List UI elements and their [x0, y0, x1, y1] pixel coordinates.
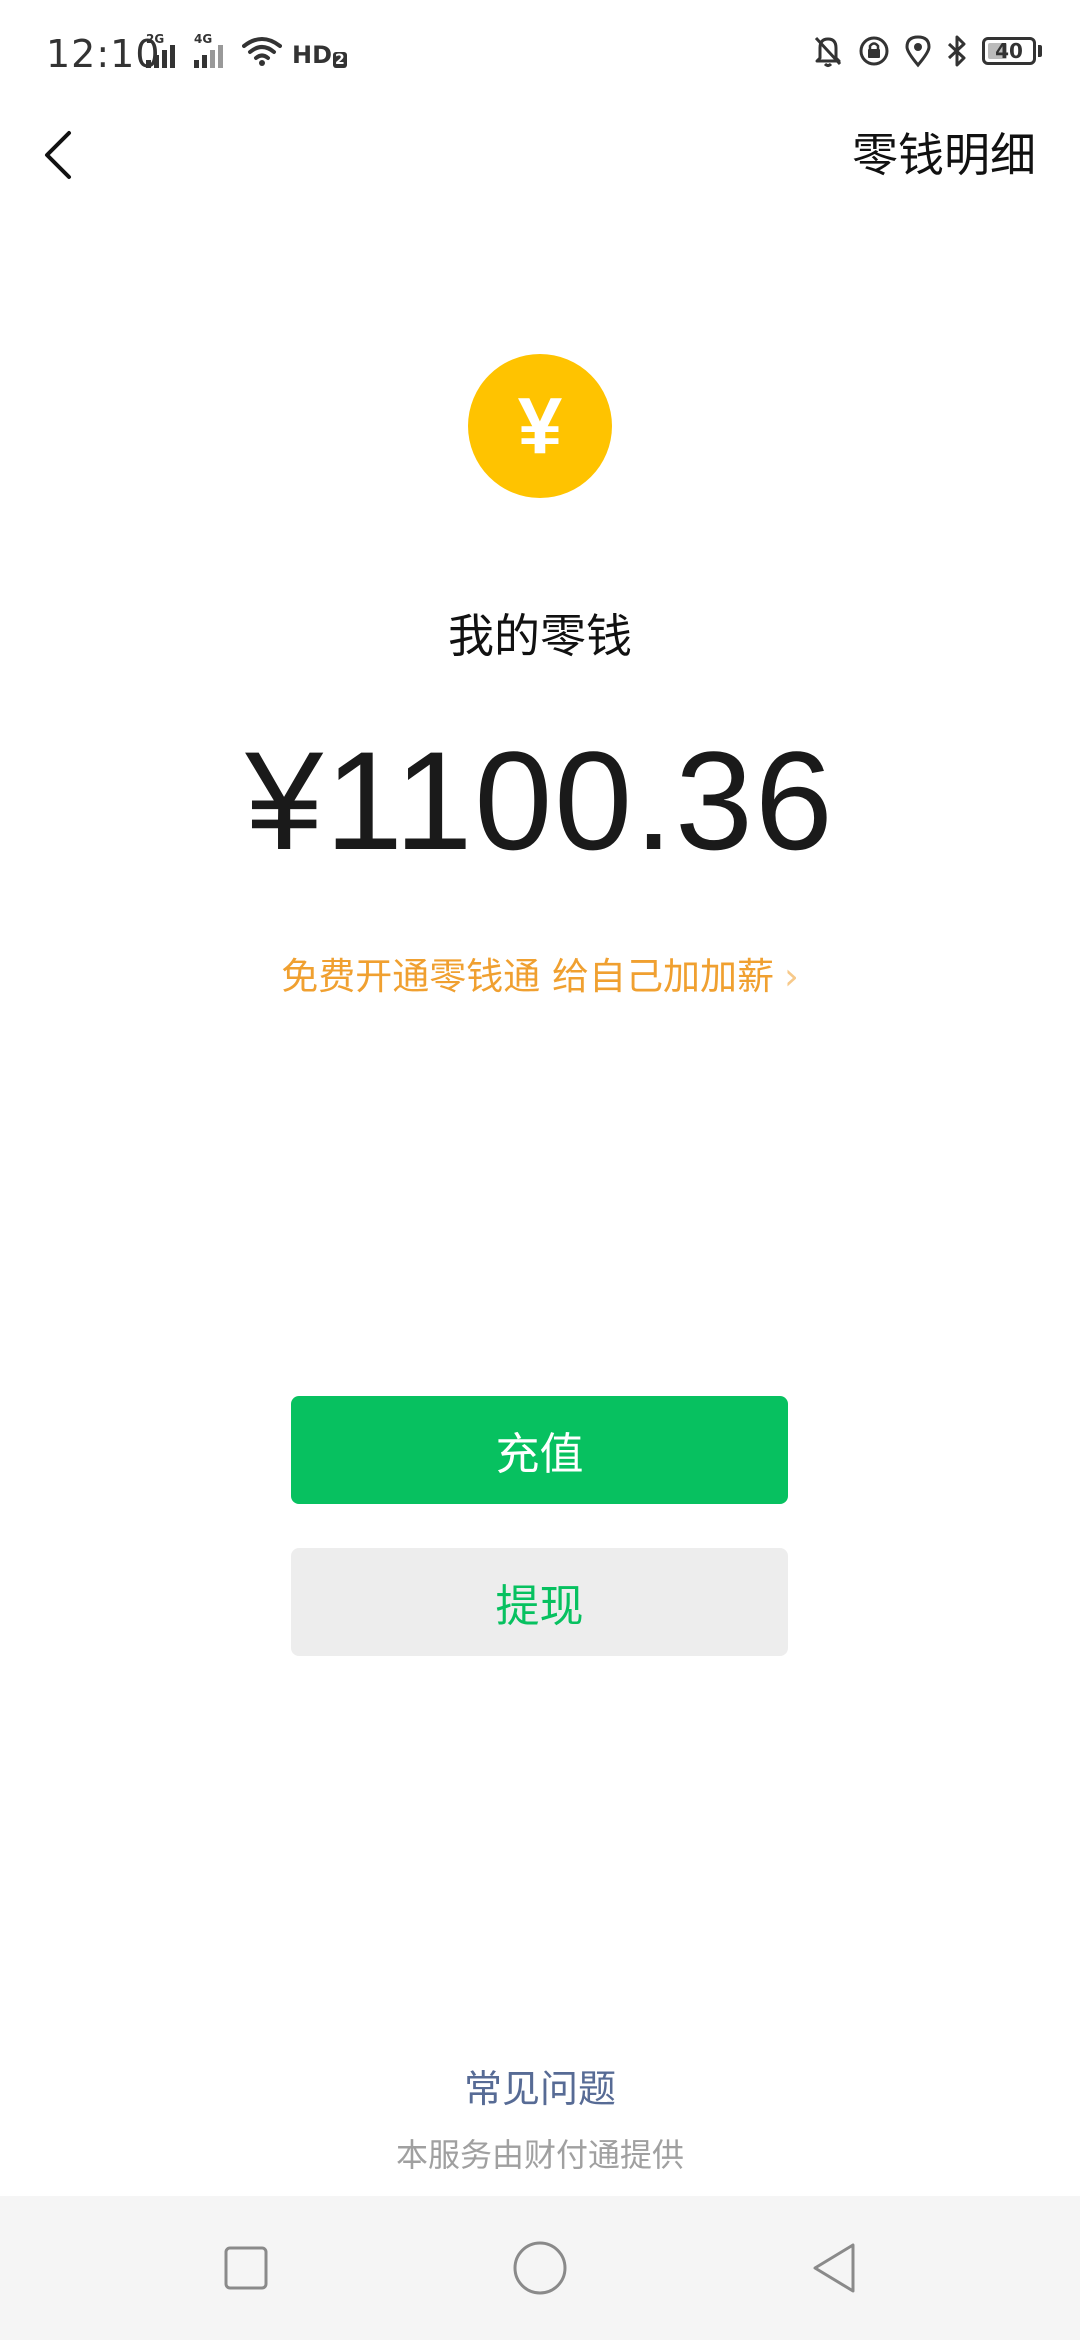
circle-icon	[513, 2241, 567, 2295]
bluetooth-icon	[947, 35, 966, 67]
nav-home-button[interactable]	[504, 2232, 576, 2304]
header: 零钱明细	[0, 110, 1080, 260]
battery-tip	[1038, 45, 1042, 57]
promo-text: 免费开通零钱通 给自己加加薪	[281, 955, 774, 998]
coin-symbol: ¥	[517, 381, 563, 470]
nav-back-button[interactable]	[798, 2232, 870, 2304]
hd-voice-icon: HD 2	[292, 34, 347, 68]
balance-details-link[interactable]: 零钱明细	[852, 120, 1036, 190]
wallet-balance-screen: 12:10 2G 4G HD 2 40 零钱明细 ¥ 我的零钱 ¥1100.36…	[0, 0, 1080, 2340]
recharge-button[interactable]: 充值	[291, 1396, 788, 1504]
signal-2g-label: 2G	[146, 32, 165, 46]
status-left-icons: 2G 4G HD 2	[146, 32, 347, 68]
provider-text: 本服务由财付通提供	[395, 2136, 684, 2174]
back-button[interactable]	[28, 120, 88, 190]
balance-title: 我的零钱	[448, 609, 632, 663]
location-icon	[905, 35, 931, 68]
status-bar: 12:10 2G 4G HD 2 40	[0, 0, 1080, 110]
signal-4g-label: 4G	[194, 32, 213, 46]
hd-label: HD	[292, 41, 333, 69]
system-nav-bar	[0, 2196, 1080, 2340]
signal-2g-icon: 2G	[146, 32, 184, 68]
yuan-coin-icon: ¥	[468, 354, 612, 498]
withdraw-label: 提现	[495, 1581, 584, 1632]
status-time: 12:10	[46, 32, 161, 76]
recharge-label: 充值	[495, 1429, 584, 1480]
nav-recents-button[interactable]	[210, 2232, 282, 2304]
signal-4g-icon: 4G	[194, 32, 232, 68]
balance-amount: ¥1100.36	[245, 722, 835, 879]
withdraw-button[interactable]: 提现	[291, 1548, 788, 1656]
chevron-right-icon: ›	[783, 955, 799, 998]
chevron-left-icon	[45, 131, 71, 179]
faq-link[interactable]: 常见问题	[0, 2058, 1080, 2113]
battery-icon: 40	[982, 37, 1036, 65]
status-right-icons: 40	[812, 34, 1042, 68]
promo-link[interactable]: 免费开通零钱通 给自己加加薪 ›	[0, 946, 1080, 1000]
rotation-lock-icon	[859, 36, 889, 66]
square-icon	[224, 2246, 268, 2290]
hd-sub-label: 2	[333, 52, 347, 68]
triangle-back-icon	[813, 2243, 855, 2293]
bell-off-icon	[814, 36, 842, 67]
battery-level: 40	[995, 39, 1023, 63]
wifi-icon	[242, 37, 282, 66]
